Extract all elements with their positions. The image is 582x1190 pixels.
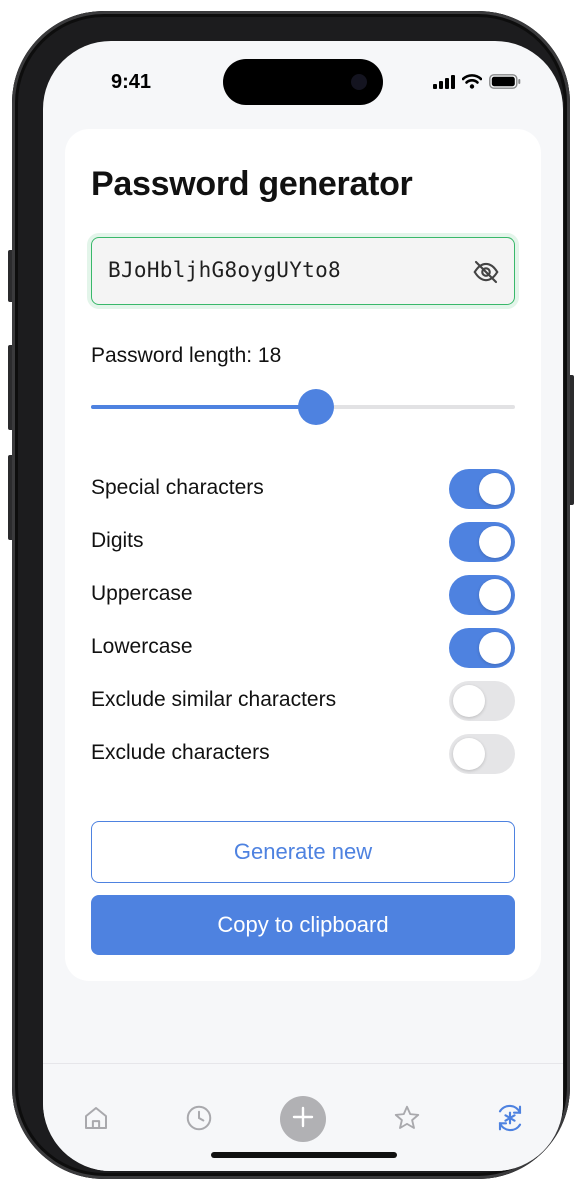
exclude-characters-toggle[interactable]	[449, 734, 515, 774]
password-length-label: Password length: 18	[91, 344, 282, 367]
toggle-knob	[479, 632, 511, 664]
page-title: Password generator	[91, 165, 413, 203]
cellular-signal-icon	[433, 74, 455, 94]
option-label: Digits	[91, 529, 144, 552]
option-special-characters[interactable]: Special characters	[91, 468, 515, 510]
slider-thumb[interactable]	[297, 389, 334, 425]
home-indicator[interactable]	[211, 1152, 397, 1158]
toggle-knob	[479, 526, 511, 558]
uppercase-toggle[interactable]	[449, 575, 515, 615]
option-lowercase[interactable]: Lowercase	[91, 627, 515, 669]
lowercase-toggle[interactable]	[449, 628, 515, 668]
star-icon	[392, 1103, 422, 1138]
generate-new-button[interactable]: Generate new	[91, 821, 515, 883]
option-uppercase[interactable]: Uppercase	[91, 574, 515, 616]
digits-toggle[interactable]	[449, 522, 515, 562]
home-icon	[81, 1103, 111, 1138]
clock-icon	[184, 1103, 214, 1138]
toggle-knob	[453, 738, 485, 770]
tab-history[interactable]	[177, 1098, 221, 1142]
toggle-knob	[453, 685, 485, 717]
option-exclude-characters[interactable]: Exclude characters	[91, 733, 515, 775]
option-exclude-similar-characters[interactable]: Exclude similar characters	[91, 680, 515, 722]
option-label: Uppercase	[91, 582, 193, 605]
wifi-icon	[461, 74, 483, 94]
status-icons	[433, 74, 521, 94]
password-length-slider[interactable]	[91, 387, 515, 427]
toggle-knob	[479, 473, 511, 505]
toggle-knob	[479, 579, 511, 611]
option-label: Exclude characters	[91, 741, 270, 764]
option-label: Special characters	[91, 476, 264, 499]
password-field[interactable]: BJoHbljhG8oygUYto8	[91, 237, 515, 305]
password-generator-icon	[494, 1102, 526, 1139]
dynamic-island	[223, 59, 383, 105]
option-label: Lowercase	[91, 635, 193, 658]
password-value[interactable]: BJoHbljhG8oygUYto8	[108, 258, 341, 282]
generator-card: Password generator BJoHbljhG8oygUYto8 Pa…	[65, 129, 541, 981]
option-digits[interactable]: Digits	[91, 521, 515, 563]
special-characters-toggle[interactable]	[449, 469, 515, 509]
camera-icon	[351, 74, 367, 90]
tab-home[interactable]	[74, 1098, 118, 1142]
slider-fill	[91, 405, 316, 409]
battery-icon	[489, 74, 521, 94]
exclude-similar-characters-toggle[interactable]	[449, 681, 515, 721]
eye-off-icon[interactable]	[470, 256, 502, 288]
tab-add[interactable]	[280, 1096, 326, 1142]
plus-icon	[291, 1105, 315, 1134]
screen: 9:41 Password generator BJoHbljhG8oygUYt…	[43, 41, 563, 1171]
tab-password-generator[interactable]	[488, 1098, 532, 1142]
option-label: Exclude similar characters	[91, 688, 337, 711]
status-time: 9:41	[111, 71, 152, 93]
copy-to-clipboard-button[interactable]: Copy to clipboard	[91, 895, 515, 955]
tab-favorites[interactable]	[385, 1098, 429, 1142]
phone-frame: 9:41 Password generator BJoHbljhG8oygUYt…	[12, 11, 570, 1179]
